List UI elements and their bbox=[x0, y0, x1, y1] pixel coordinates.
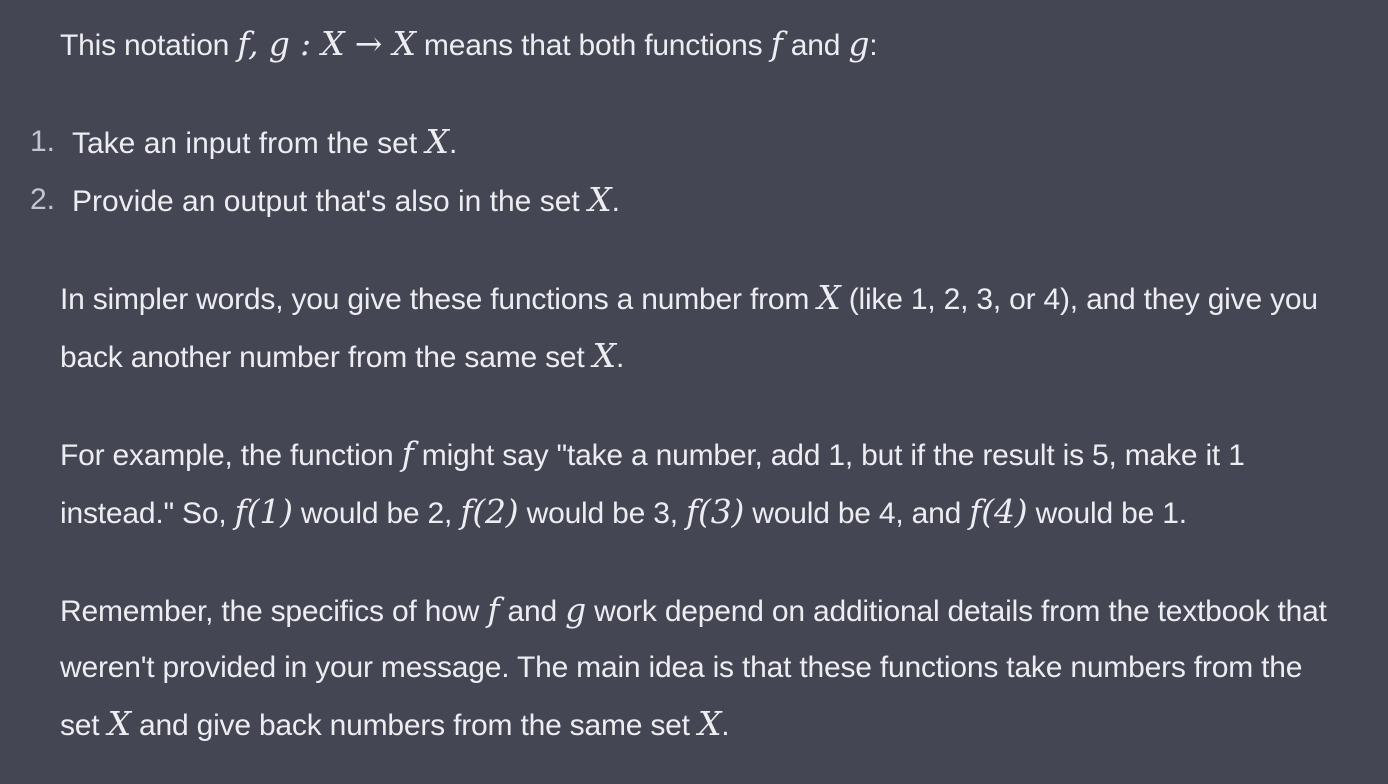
text: . bbox=[615, 341, 625, 374]
math-formula: X bbox=[697, 704, 722, 743]
math-formula: X bbox=[592, 336, 616, 375]
list-item: 2. Provide an output that's also in the s… bbox=[30, 172, 1348, 230]
list-number: 2. bbox=[30, 183, 56, 216]
text: and bbox=[499, 595, 566, 628]
text: . bbox=[449, 127, 458, 160]
text: In simpler words, you give these functio… bbox=[60, 283, 818, 316]
math-formula: f(1) bbox=[234, 492, 293, 531]
math-formula: X bbox=[817, 278, 841, 317]
math-formula: f, g : X → X bbox=[237, 24, 416, 63]
math-formula: f bbox=[770, 24, 783, 63]
remember-paragraph: Remember, the specifics of how f and g w… bbox=[60, 582, 1348, 754]
list-item: 1. Take an input from the set X. bbox=[30, 114, 1348, 172]
text: would be 2, bbox=[292, 497, 461, 530]
text: would be 3, bbox=[518, 497, 686, 530]
math-formula: X bbox=[107, 704, 131, 743]
math-formula: f(2) bbox=[460, 492, 519, 531]
numbered-list: 1. Take an input from the set X. 2. Provid… bbox=[30, 114, 1348, 230]
text: . bbox=[721, 709, 730, 742]
math-formula: f(3) bbox=[686, 492, 745, 531]
math-formula: f(4) bbox=[969, 492, 1028, 531]
assistant-message: This notation f, g : X → X means that bo… bbox=[0, 0, 1388, 784]
text: : bbox=[869, 29, 878, 62]
text: would be 4, and bbox=[744, 497, 970, 530]
simpler-paragraph: In simpler words, you give these functio… bbox=[60, 270, 1348, 386]
list-number: 1. bbox=[30, 125, 56, 158]
math-formula: X bbox=[425, 122, 450, 161]
intro-paragraph: This notation f, g : X → X means that bo… bbox=[60, 16, 1348, 74]
text: For example, the function bbox=[60, 439, 402, 472]
math-formula: g bbox=[848, 24, 870, 63]
text: Take an input from the set bbox=[72, 127, 426, 160]
math-formula: f bbox=[401, 434, 414, 473]
example-paragraph: For example, the function f might say "t… bbox=[60, 426, 1348, 542]
math-formula: f bbox=[487, 590, 500, 629]
text: . bbox=[611, 185, 620, 218]
text: Provide an output that's also in the set bbox=[72, 185, 589, 218]
math-formula: g bbox=[565, 590, 587, 629]
math-formula: X bbox=[588, 180, 612, 219]
text: This notation bbox=[60, 29, 238, 62]
text: means that both functions bbox=[415, 29, 771, 62]
text: and bbox=[782, 29, 849, 62]
text: would be 1. bbox=[1027, 497, 1187, 530]
text: Remember, the specifics of how bbox=[60, 595, 488, 628]
text: and give back numbers from the same set bbox=[130, 709, 698, 742]
